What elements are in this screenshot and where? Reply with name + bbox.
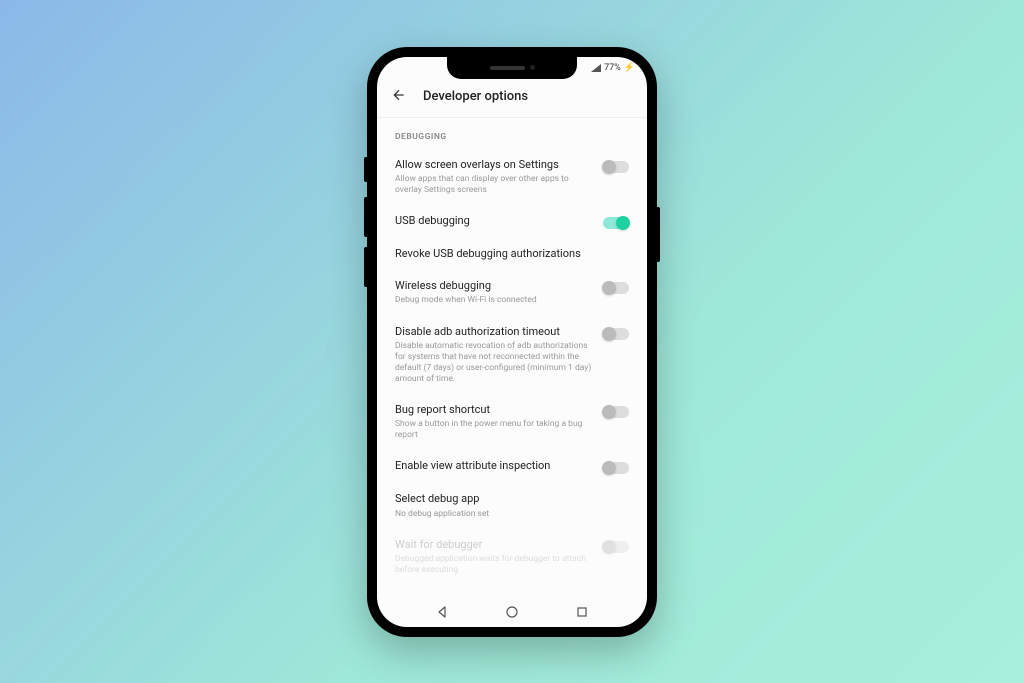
- navigation-bar: [377, 597, 647, 627]
- phone-side-button: [364, 157, 367, 182]
- setting-row[interactable]: Bug report shortcut Show a button in the …: [377, 395, 647, 451]
- setting-subtitle: No debug application set: [395, 509, 629, 520]
- toggle-switch: [603, 541, 629, 553]
- phone-frame: 77% ⚡ Developer options DEBUGGING Allow …: [367, 47, 657, 637]
- setting-title: USB debugging: [395, 214, 593, 228]
- section-header: DEBUGGING: [377, 118, 647, 150]
- setting-subtitle: Allow apps that can display over other a…: [395, 174, 593, 196]
- toggle-knob: [602, 327, 616, 341]
- setting-row: Wait for debugger Debugged application wa…: [377, 530, 647, 586]
- setting-text: Allow screen overlays on Settings Allow a…: [395, 158, 593, 196]
- setting-title: Wait for debugger: [395, 538, 593, 552]
- setting-subtitle: Debugged application waits for debugger …: [395, 554, 593, 576]
- phone-notch: [447, 57, 577, 79]
- signal-icon: [591, 64, 601, 72]
- setting-text: Select debug app No debug application set: [395, 492, 629, 519]
- speaker-icon: [490, 66, 525, 70]
- toggle-knob: [602, 281, 616, 295]
- nav-back-icon[interactable]: [435, 605, 449, 619]
- setting-row[interactable]: Revoke USB debugging authorizations: [377, 239, 647, 271]
- toggle-knob: [602, 160, 616, 174]
- setting-row[interactable]: Wireless debugging Debug mode when Wi-Fi …: [377, 271, 647, 316]
- charging-icon: ⚡: [624, 63, 635, 73]
- nav-recent-icon[interactable]: [575, 605, 589, 619]
- setting-text: Bug report shortcut Show a button in the …: [395, 403, 593, 441]
- phone-side-button: [364, 247, 367, 287]
- phone-side-button: [657, 207, 660, 262]
- setting-title: Enable view attribute inspection: [395, 459, 593, 473]
- setting-title: Bug report shortcut: [395, 403, 593, 417]
- setting-text: Enable view attribute inspection: [395, 459, 593, 473]
- setting-title: Revoke USB debugging authorizations: [395, 247, 629, 261]
- toggle-switch[interactable]: [603, 217, 629, 229]
- toggle-knob: [602, 461, 616, 475]
- setting-text: Revoke USB debugging authorizations: [395, 247, 629, 261]
- setting-title: Wireless debugging: [395, 279, 593, 293]
- toggle-switch[interactable]: [603, 161, 629, 173]
- toggle-switch[interactable]: [603, 462, 629, 474]
- battery-text: 77%: [604, 63, 621, 73]
- header-bar: Developer options: [377, 79, 647, 118]
- toggle-switch[interactable]: [603, 282, 629, 294]
- camera-icon: [530, 65, 535, 70]
- setting-subtitle: Debug mode when Wi-Fi is connected: [395, 295, 593, 306]
- setting-subtitle: Show a button in the power menu for taki…: [395, 419, 593, 441]
- setting-text: Wireless debugging Debug mode when Wi-Fi …: [395, 279, 593, 306]
- setting-row[interactable]: Disable adb authorization timeout Disable…: [377, 317, 647, 395]
- phone-side-button: [364, 197, 367, 237]
- setting-text: Wait for debugger Debugged application wa…: [395, 538, 593, 576]
- toggle-knob: [616, 216, 630, 230]
- toggle-switch[interactable]: [603, 328, 629, 340]
- toggle-knob: [602, 540, 616, 554]
- setting-row[interactable]: USB debugging: [377, 206, 647, 239]
- toggle-switch[interactable]: [603, 406, 629, 418]
- setting-title: Allow screen overlays on Settings: [395, 158, 593, 172]
- settings-content[interactable]: DEBUGGING Allow screen overlays on Setti…: [377, 118, 647, 597]
- setting-row[interactable]: Select debug app No debug application set: [377, 484, 647, 529]
- phone-screen: 77% ⚡ Developer options DEBUGGING Allow …: [377, 57, 647, 627]
- back-arrow-icon[interactable]: [391, 87, 407, 107]
- setting-row[interactable]: Allow screen overlays on Settings Allow a…: [377, 150, 647, 206]
- setting-title: Select debug app: [395, 492, 629, 506]
- setting-subtitle: Disable automatic revocation of adb auth…: [395, 341, 593, 385]
- page-title: Developer options: [423, 89, 528, 104]
- setting-text: Disable adb authorization timeout Disable…: [395, 325, 593, 385]
- setting-text: USB debugging: [395, 214, 593, 228]
- setting-title: Disable adb authorization timeout: [395, 325, 593, 339]
- setting-row[interactable]: Enable view attribute inspection: [377, 451, 647, 484]
- nav-home-icon[interactable]: [505, 605, 519, 619]
- toggle-knob: [602, 405, 616, 419]
